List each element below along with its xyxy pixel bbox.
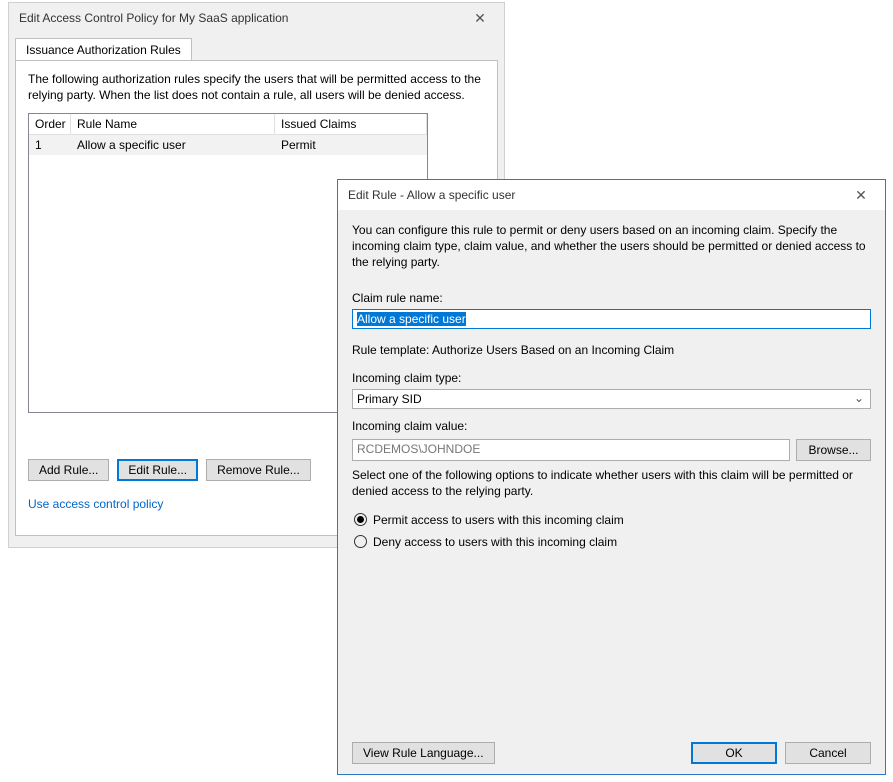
cell-claims: Permit bbox=[275, 135, 427, 155]
col-name[interactable]: Rule Name bbox=[71, 114, 275, 135]
edit-rule-button[interactable]: Edit Rule... bbox=[117, 459, 198, 481]
claim-rule-name-input[interactable]: Allow a specific user bbox=[352, 309, 871, 329]
incoming-claim-type-select[interactable]: Primary SID bbox=[352, 389, 871, 409]
incoming-claim-type-label: Incoming claim type: bbox=[352, 371, 871, 385]
table-header: Order Rule Name Issued Claims bbox=[29, 114, 427, 135]
incoming-claim-value-input[interactable]: RCDEMOS\JOHNDOE bbox=[352, 439, 790, 461]
close-icon[interactable]: ✕ bbox=[841, 182, 881, 208]
radio-deny-label: Deny access to users with this incoming … bbox=[373, 535, 617, 549]
incoming-claim-type-value: Primary SID bbox=[357, 392, 422, 406]
add-rule-button[interactable]: Add Rule... bbox=[28, 459, 109, 481]
incoming-claim-value-value: RCDEMOS\JOHNDOE bbox=[357, 442, 480, 456]
cell-name: Allow a specific user bbox=[71, 135, 275, 155]
table-row[interactable]: 1 Allow a specific user Permit bbox=[29, 135, 427, 155]
radio-permit-row[interactable]: Permit access to users with this incomin… bbox=[354, 513, 869, 527]
cancel-button[interactable]: Cancel bbox=[785, 742, 871, 764]
radio-deny[interactable] bbox=[354, 535, 367, 548]
rule-buttons: Add Rule... Edit Rule... Remove Rule... bbox=[28, 459, 311, 481]
rule-template-text: Rule template: Authorize Users Based on … bbox=[352, 343, 871, 357]
cell-order: 1 bbox=[29, 135, 71, 155]
col-order[interactable]: Order bbox=[29, 114, 71, 135]
claim-rule-name-label: Claim rule name: bbox=[352, 291, 871, 305]
incoming-claim-value-label: Incoming claim value: bbox=[352, 419, 871, 433]
claim-rule-name-value: Allow a specific user bbox=[357, 312, 466, 326]
acp-titlebar[interactable]: Edit Access Control Policy for My SaaS a… bbox=[9, 3, 504, 33]
acp-description: The following authorization rules specif… bbox=[28, 71, 485, 103]
tab-issuance-rules[interactable]: Issuance Authorization Rules bbox=[15, 38, 192, 61]
browse-button[interactable]: Browse... bbox=[796, 439, 871, 461]
radio-permit[interactable] bbox=[354, 513, 367, 526]
view-rule-language-button[interactable]: View Rule Language... bbox=[352, 742, 495, 764]
edit-rule-title: Edit Rule - Allow a specific user bbox=[348, 188, 841, 202]
edit-rule-body: You can configure this rule to permit or… bbox=[338, 210, 885, 774]
edit-rule-titlebar[interactable]: Edit Rule - Allow a specific user ✕ bbox=[338, 180, 885, 210]
tab-strip: Issuance Authorization Rules bbox=[9, 33, 504, 60]
acp-title: Edit Access Control Policy for My SaaS a… bbox=[19, 11, 460, 25]
edit-rule-dialog: Edit Rule - Allow a specific user ✕ You … bbox=[337, 179, 886, 775]
edit-rule-footer: View Rule Language... OK Cancel bbox=[352, 742, 871, 764]
col-claims[interactable]: Issued Claims bbox=[275, 114, 427, 135]
remove-rule-button[interactable]: Remove Rule... bbox=[206, 459, 311, 481]
radio-deny-row[interactable]: Deny access to users with this incoming … bbox=[354, 535, 869, 549]
option-description: Select one of the following options to i… bbox=[352, 467, 871, 499]
use-acp-link[interactable]: Use access control policy bbox=[28, 497, 163, 511]
close-icon[interactable]: ✕ bbox=[460, 5, 500, 31]
edit-rule-description: You can configure this rule to permit or… bbox=[352, 222, 871, 271]
ok-button[interactable]: OK bbox=[691, 742, 777, 764]
radio-permit-label: Permit access to users with this incomin… bbox=[373, 513, 624, 527]
